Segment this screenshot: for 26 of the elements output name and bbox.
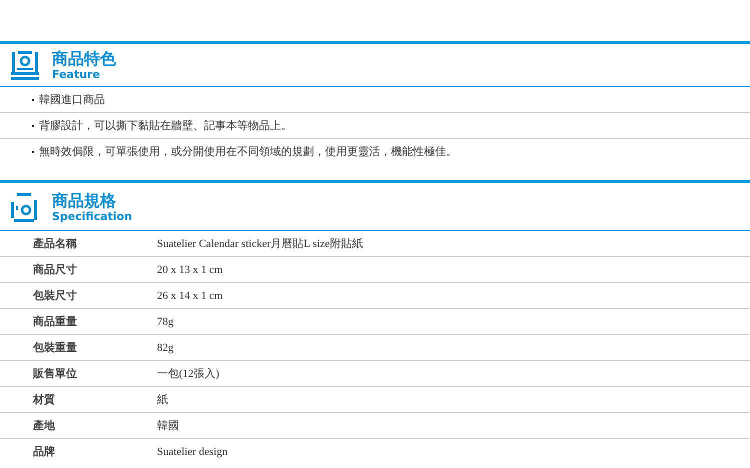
section-subtitle: Feature bbox=[52, 68, 101, 81]
frame-icon bbox=[8, 48, 42, 82]
feature-text: 韓國進口商品 bbox=[39, 92, 105, 107]
spec-value: 紙 bbox=[157, 393, 168, 407]
spec-value: Suatelier Calendar sticker月曆貼L size附貼紙 bbox=[157, 237, 363, 251]
spec-value: 一包(12張入) bbox=[157, 367, 220, 381]
spec-value: Suatelier design bbox=[157, 446, 228, 458]
spec-value: 82g bbox=[157, 342, 174, 354]
spec-value: 20 x 13 x 1 cm bbox=[157, 264, 223, 276]
spec-label: 材質 bbox=[32, 392, 56, 407]
section-title: 商品規格 bbox=[52, 190, 117, 210]
spec-value: 78g bbox=[157, 316, 174, 328]
spec-label: 包裝重量 bbox=[32, 340, 78, 355]
feature-text: 背膠設計，可以撕下黏貼在牆壁、記事本等物品上。 bbox=[39, 118, 292, 133]
spec-value: 26 x 14 x 1 cm bbox=[157, 290, 223, 302]
spec-label: 產品名稱 bbox=[32, 236, 78, 251]
spec-label: 商品重量 bbox=[32, 314, 78, 329]
feature-text: 無時效侷限，可單張使用，或分開使用在不同領域的規劃，使用更靈活，機能性極佳。 bbox=[39, 144, 457, 159]
section-title: 商品特色 bbox=[52, 49, 116, 68]
spec-label: 產地 bbox=[32, 418, 56, 433]
spec-label: 品牌 bbox=[32, 444, 56, 459]
section-subtitle: Specification bbox=[52, 210, 132, 222]
spec-value: 韓國 bbox=[157, 419, 179, 433]
spec-label: 商品尺寸 bbox=[32, 262, 78, 277]
spec-label: 販售單位 bbox=[32, 366, 78, 381]
spec-label: 包裝尺寸 bbox=[32, 288, 78, 303]
